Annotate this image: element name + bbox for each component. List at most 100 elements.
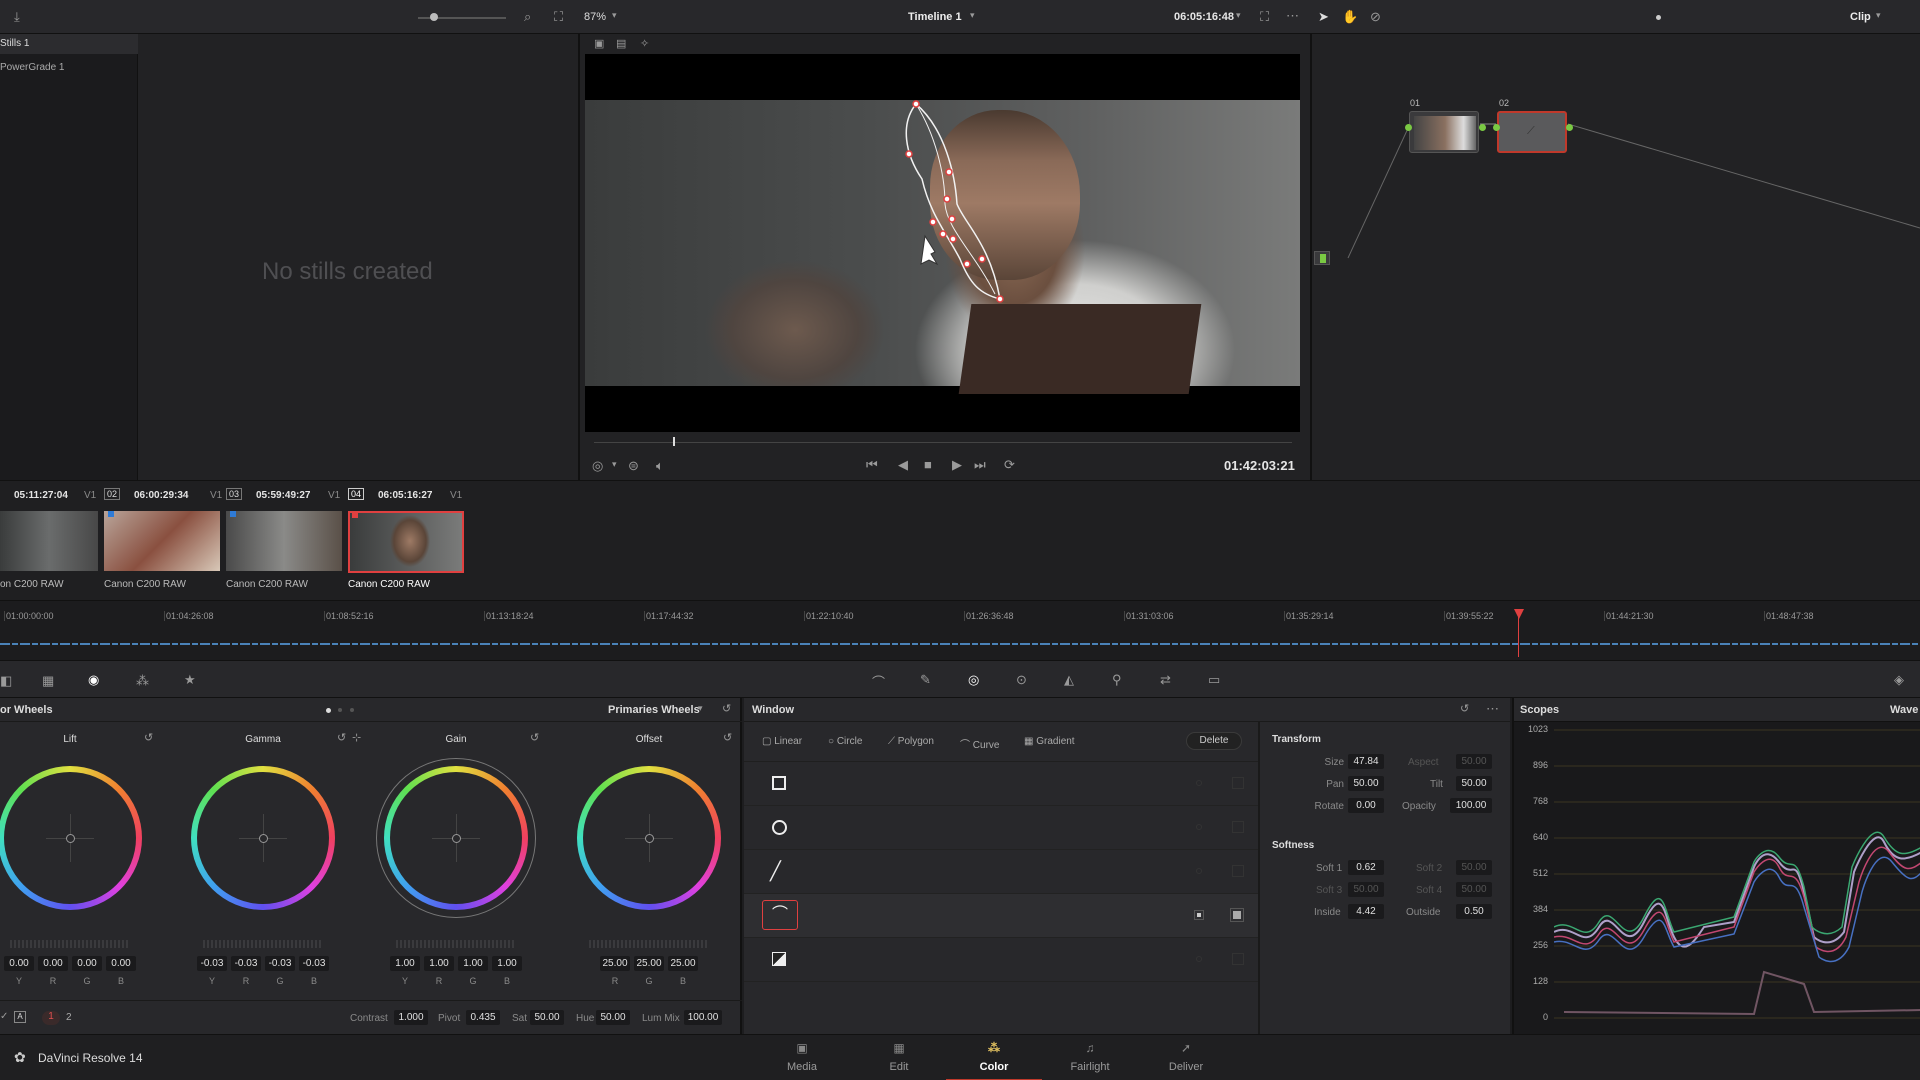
go-to-end-icon[interactable]: ⏭︎ [974,457,986,473]
reset-all-icon[interactable]: ↺ [722,702,731,715]
wheel-value-field[interactable]: 0.00 [106,956,136,971]
clip-4-selected[interactable]: 04 06:05:16:27 V1 Canon C200 RAW [348,485,468,595]
timecode-dropdown-icon[interactable]: ▾ [1236,10,1241,21]
qualifier-icon[interactable]: ✎ [920,672,931,688]
node-02[interactable]: 02 ⟋ [1493,98,1573,153]
bypass-icon[interactable]: ⊘ [1370,9,1381,25]
window-icon[interactable]: ◎ [968,672,979,688]
wheel-gamma[interactable]: Gamma ↺ -0.03 Y -0.03 R -0.03 G -0.03 B [167,722,359,1000]
auto-balance-button[interactable]: A [14,1011,26,1023]
split-icon[interactable]: ▤ [616,37,626,50]
blur-icon[interactable]: ◭ [1064,672,1074,688]
page-tab-deliver[interactable]: ➚ Deliver [1138,1035,1234,1080]
key-icon[interactable]: ⚲ [1112,672,1122,688]
soft4-field[interactable]: 50.00 [1456,882,1492,897]
curve-window-mask[interactable] [585,54,1300,432]
lum-mix-field[interactable]: 100.00 [684,1010,722,1025]
wheel-center-point[interactable] [66,834,75,843]
wheel-value-field[interactable]: 1.00 [424,956,454,971]
scope-mode[interactable]: Wave [1890,704,1918,716]
page-dot[interactable] [338,708,342,712]
window-invert-box[interactable] [1232,821,1244,833]
window-row-polygon[interactable]: ╱ [744,850,1258,894]
window-enable-dot[interactable] [1196,824,1202,830]
window-reset-icon[interactable]: ↺ [1460,702,1469,715]
zoom-dropdown-icon[interactable]: ▾ [612,10,617,21]
keyframes-icon[interactable]: ◈ [1894,672,1904,688]
playback-speed-icon[interactable]: ◎ [592,458,603,474]
wheel-value-field[interactable]: 1.00 [492,956,522,971]
curve-window-icon[interactable]: ⌒ [762,900,798,930]
add-circle-button[interactable]: ○ Circle [828,736,862,747]
page-1-button[interactable]: 1 [42,1011,60,1025]
loop-icon[interactable]: ⟳ [1004,457,1015,473]
wheel-center-point[interactable] [452,834,461,843]
wheel-master-slider[interactable] [203,940,323,948]
video-frame[interactable] [585,54,1300,432]
page-tab-edit[interactable]: ▦ Edit [851,1035,947,1080]
hand-icon[interactable]: ✋ [1342,9,1358,25]
wheels-mode[interactable]: Primaries Wheels [608,704,700,716]
wheel-value-field[interactable]: -0.03 [197,956,227,971]
more-options-icon[interactable]: ⋯ [1286,8,1299,24]
wheel-reset-icon[interactable]: ↺ [337,731,346,744]
node-01[interactable]: 01 [1405,98,1486,153]
contrast-field[interactable]: 1.000 [394,1010,428,1025]
page-dot-active[interactable] [326,708,331,713]
rotate-field[interactable]: 0.00 [1348,798,1384,813]
window-enable-dot[interactable] [1196,780,1202,786]
album-stills-1[interactable]: Stills 1 [0,34,138,54]
fit-icon[interactable]: ⛶ [554,9,563,25]
timeline-dropdown-icon[interactable]: ▾ [970,10,975,21]
tracker-icon[interactable]: ⊙ [1016,672,1027,688]
soft1-field[interactable]: 0.62 [1348,860,1384,875]
page-tab-fairlight[interactable]: ♫ Fairlight [1042,1035,1138,1080]
page-tab-color[interactable]: ⁂ Color [946,1035,1042,1080]
wheel-value-field[interactable]: 0.00 [38,956,68,971]
viewer-zoom[interactable]: 87% [584,11,606,23]
camera-raw-icon[interactable]: ◧ [0,673,12,689]
wheel-center-point[interactable] [645,834,654,843]
go-to-start-icon[interactable]: ⏮︎ [866,457,878,473]
inside-field[interactable]: 4.42 [1348,904,1384,919]
download-icon[interactable]: ⤓ [14,9,20,25]
window-invert-box[interactable] [1232,777,1244,789]
aspect-field[interactable]: 50.00 [1456,754,1492,769]
tilt-field[interactable]: 50.00 [1456,776,1492,791]
polygon-window-icon[interactable]: ╱ [770,861,781,882]
curves-icon[interactable]: ⌒ [872,672,885,691]
scrub-handle[interactable] [673,437,675,446]
sat-field[interactable]: 50.00 [530,1010,564,1025]
add-polygon-button[interactable]: ⟋ Polygon [888,736,934,747]
opacity-field[interactable]: 100.00 [1450,798,1492,813]
node-mode[interactable]: Clip [1850,11,1871,23]
node-input-port[interactable] [1314,251,1330,265]
crosshair-icon[interactable]: ⊹ [352,731,361,744]
zoom-slider-handle[interactable] [430,13,438,21]
wheel-value-field[interactable]: 0.00 [4,956,34,971]
window-invert-box[interactable] [1232,865,1244,877]
mode-dropdown-icon[interactable]: ▾ [1876,10,1881,21]
window-options-icon[interactable]: ⋯ [1486,701,1499,717]
node-editor[interactable] [1312,34,1920,480]
pointer-icon[interactable]: ➤ [1318,9,1329,25]
outside-field[interactable]: 0.50 [1456,904,1492,919]
hue-field[interactable]: 50.00 [596,1010,630,1025]
window-row-linear[interactable] [744,762,1258,806]
soft3-field[interactable]: 50.00 [1348,882,1384,897]
wheel-master-slider[interactable] [396,940,516,948]
pick-icon[interactable]: ✓ [0,1011,8,1022]
scrub-bar[interactable] [594,442,1292,443]
window-enable-dot[interactable] [1196,956,1202,962]
clip-2[interactable]: 02 06:00:29:34 V1 Canon C200 RAW [104,485,224,595]
wheel-value-field[interactable]: 1.00 [390,956,420,971]
window-enable-dot[interactable] [1196,868,1202,874]
window-row-curve-active[interactable]: ⌒ [744,894,1258,938]
page-dot[interactable] [350,708,354,712]
page-tab-media[interactable]: ▣ Media [754,1035,850,1080]
size-field[interactable]: 47.84 [1348,754,1384,769]
fullscreen-icon[interactable]: ⛶ [1260,9,1269,25]
wheel-offset[interactable]: Offset ↺ 25.00 R 25.00 G 25.00 B [553,722,745,1000]
wheel-reset-icon[interactable]: ↺ [144,731,153,744]
3d-icon[interactable]: ▭ [1208,672,1220,688]
